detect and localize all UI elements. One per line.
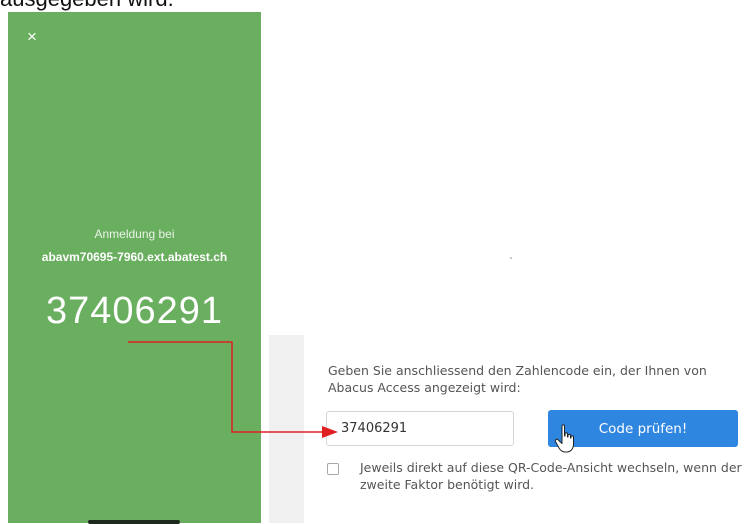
close-icon[interactable]: × [27,28,37,45]
form-side-strip [269,335,304,523]
instruction-text: Geben Sie anschliessend den Zahlencode e… [328,363,707,395]
stray-pixel [510,257,512,259]
code-input[interactable] [326,411,514,446]
caption-text: ausgegeben wird. [0,0,174,12]
host-name: abavm70695-7960.ext.abatest.ch [41,250,228,264]
verification-code: 37406291 [45,290,224,332]
hand-pointer-icon [554,424,574,453]
qr-view-checkbox[interactable] [327,463,339,475]
home-indicator [88,520,180,524]
qr-view-checkbox-label: Jeweils direkt auf diese QR-Code-Ansicht… [360,460,742,492]
login-label: Anmeldung bei [94,227,175,241]
authenticator-app-screen: × Anmeldung bei abavm70695-7960.ext.abat… [8,12,261,524]
